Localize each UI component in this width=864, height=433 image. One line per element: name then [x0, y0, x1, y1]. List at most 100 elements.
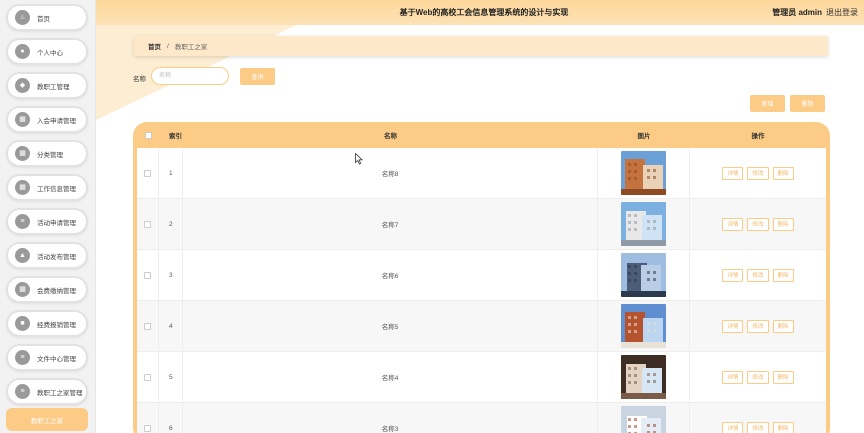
detail-button[interactable]: 详情: [722, 268, 744, 282]
grid-icon: ▦: [15, 180, 30, 195]
sidebar-item-label: 教职工管理: [37, 83, 70, 91]
list-icon: ≡: [15, 214, 30, 229]
edit-button[interactable]: 修改: [747, 268, 769, 282]
mouse-cursor-icon: [355, 153, 363, 165]
building-image[interactable]: [621, 406, 666, 433]
row-checkbox[interactable]: [144, 424, 151, 432]
delete-button[interactable]: 删除: [772, 217, 794, 231]
table-row: 1 名称8 详情 修改 删除: [137, 148, 826, 199]
row-name: 名称4: [183, 352, 598, 402]
sidebar-item-label: 个人中心: [37, 49, 63, 57]
sidebar-item[interactable]: ⌂ 首页: [6, 4, 88, 31]
sidebar-item[interactable]: ≡ 文件中心管理: [6, 344, 88, 371]
row-index: 1: [159, 148, 183, 198]
list-icon: ≡: [15, 384, 30, 399]
edit-button[interactable]: 修改: [747, 217, 769, 231]
row-image-cell: [598, 403, 690, 433]
header-index: 索引: [169, 133, 182, 140]
row-checkbox-cell: [137, 148, 159, 198]
row-image-cell: [598, 301, 690, 351]
detail-button[interactable]: 详情: [722, 370, 744, 384]
detail-button[interactable]: 详情: [722, 421, 744, 433]
breadcrumb-home[interactable]: 首页: [148, 41, 161, 51]
sidebar-item[interactable]: ▦ 入会申请管理: [6, 106, 88, 133]
row-checkbox[interactable]: [144, 220, 151, 228]
table-row: 6 名称3 详情 修改 删除: [137, 403, 826, 433]
row-actions: 详情 修改 删除: [690, 301, 826, 351]
delete-button[interactable]: 删除: [772, 319, 794, 333]
building-image[interactable]: [621, 304, 666, 348]
breadcrumb: 首页 / 教职工之家: [134, 36, 828, 56]
grid-icon: ▦: [15, 146, 30, 161]
row-checkbox-cell: [137, 199, 159, 249]
sidebar-item[interactable]: ▲ 活动发布管理: [6, 242, 88, 269]
row-actions: 详情 修改 删除: [690, 148, 826, 198]
sidebar-item[interactable]: ▦ 分类管理: [6, 140, 88, 167]
row-checkbox[interactable]: [144, 169, 151, 177]
table-row: 5 名称4 详情 修改 删除: [137, 352, 826, 403]
row-name: 名称5: [183, 301, 598, 351]
user-icon: ●: [15, 44, 30, 59]
admin-label: 管理员 admin: [772, 8, 822, 17]
search-button[interactable]: 查询: [240, 68, 275, 85]
delete-button[interactable]: 删除: [772, 268, 794, 282]
row-name: 名称8: [183, 148, 598, 198]
logout-link[interactable]: 退出登录: [826, 7, 858, 18]
table-row: 2 名称7 详情 修改 删除: [137, 199, 826, 250]
sidebar-item[interactable]: ● 个人中心: [6, 38, 88, 65]
row-index: 6: [159, 403, 183, 433]
building-image[interactable]: [621, 202, 666, 246]
row-actions: 详情 修改 删除: [690, 352, 826, 402]
sidebar-item[interactable]: ▦ 工作信息管理: [6, 174, 88, 201]
breadcrumb-current: 教职工之家: [174, 44, 208, 51]
building-image[interactable]: [621, 151, 666, 195]
row-actions: 详情 修改 删除: [690, 199, 826, 249]
row-image-cell: [598, 199, 690, 249]
edit-button[interactable]: 修改: [747, 370, 769, 384]
detail-button[interactable]: 详情: [722, 319, 744, 333]
sidebar-item-label: 文件中心管理: [37, 355, 76, 363]
sidebar-item[interactable]: ≡ 活动申请管理: [6, 208, 88, 235]
edit-button[interactable]: 修改: [747, 421, 769, 433]
grid-icon: ▦: [15, 112, 30, 127]
sidebar-item-label: 经费报销管理: [37, 321, 76, 329]
row-checkbox[interactable]: [144, 322, 151, 330]
header-image: 图片: [637, 133, 651, 140]
sidebar-item[interactable]: ◆ 教职工管理: [6, 72, 88, 99]
sidebar-item-label: 活动申请管理: [37, 219, 76, 227]
home-icon: ⌂: [15, 10, 30, 25]
sidebar-item[interactable]: ▦ 会费缴纳管理: [6, 276, 88, 303]
grid-icon: ▦: [15, 282, 30, 297]
edit-button[interactable]: 修改: [747, 166, 769, 180]
sidebar-item[interactable]: ■ 经费报销管理: [6, 310, 88, 337]
delete-button[interactable]: 删除: [772, 370, 794, 384]
row-checkbox[interactable]: [144, 271, 151, 279]
select-all-checkbox[interactable]: [144, 131, 152, 139]
batch-delete-button[interactable]: 删除: [790, 95, 825, 112]
sidebar-item-label: 分类管理: [37, 151, 63, 159]
building-image[interactable]: [621, 355, 666, 399]
table-body: 1 名称8 详情 修改 删除 2 名称7 详情 修改 删除 3 名称6 详情 修改 删除 4 名称5 详情 修改 删除…: [137, 148, 826, 433]
add-button[interactable]: 新增: [750, 95, 785, 112]
search-input[interactable]: [151, 67, 229, 85]
row-checkbox[interactable]: [144, 373, 151, 381]
table-row: 4 名称5 详情 修改 删除: [137, 301, 826, 352]
sidebar-item-label: 首页: [37, 15, 50, 23]
edit-button[interactable]: 修改: [747, 319, 769, 333]
detail-button[interactable]: 详情: [722, 217, 744, 231]
table-header: 索引 名称 图片 操作: [137, 122, 826, 148]
delete-button[interactable]: 删除: [772, 421, 794, 433]
sidebar-item[interactable]: ≡ 教职工之家管理: [6, 378, 88, 405]
sidebar-item-active[interactable]: 教职工之家: [6, 408, 88, 431]
sidebar-item-label: 入会申请管理: [37, 117, 76, 125]
main-content: 首页 / 教职工之家 名称 查询 新增 删除 索引 名称 图片 操作 1名称8 详…: [96, 25, 864, 433]
system-title: 基于Web的高校工会信息管理系统的设计与实现: [399, 8, 569, 17]
building-image[interactable]: [621, 253, 666, 297]
top-header: 基于Web的高校工会信息管理系统的设计与实现 管理员 admin 退出登录: [96, 0, 864, 25]
row-name: 名称6: [183, 250, 598, 300]
row-image-cell: [598, 352, 690, 402]
detail-button[interactable]: 详情: [722, 166, 744, 180]
delete-button[interactable]: 删除: [772, 166, 794, 180]
sidebar-item-label: 会费缴纳管理: [37, 287, 76, 295]
header-name: 名称: [384, 133, 397, 140]
